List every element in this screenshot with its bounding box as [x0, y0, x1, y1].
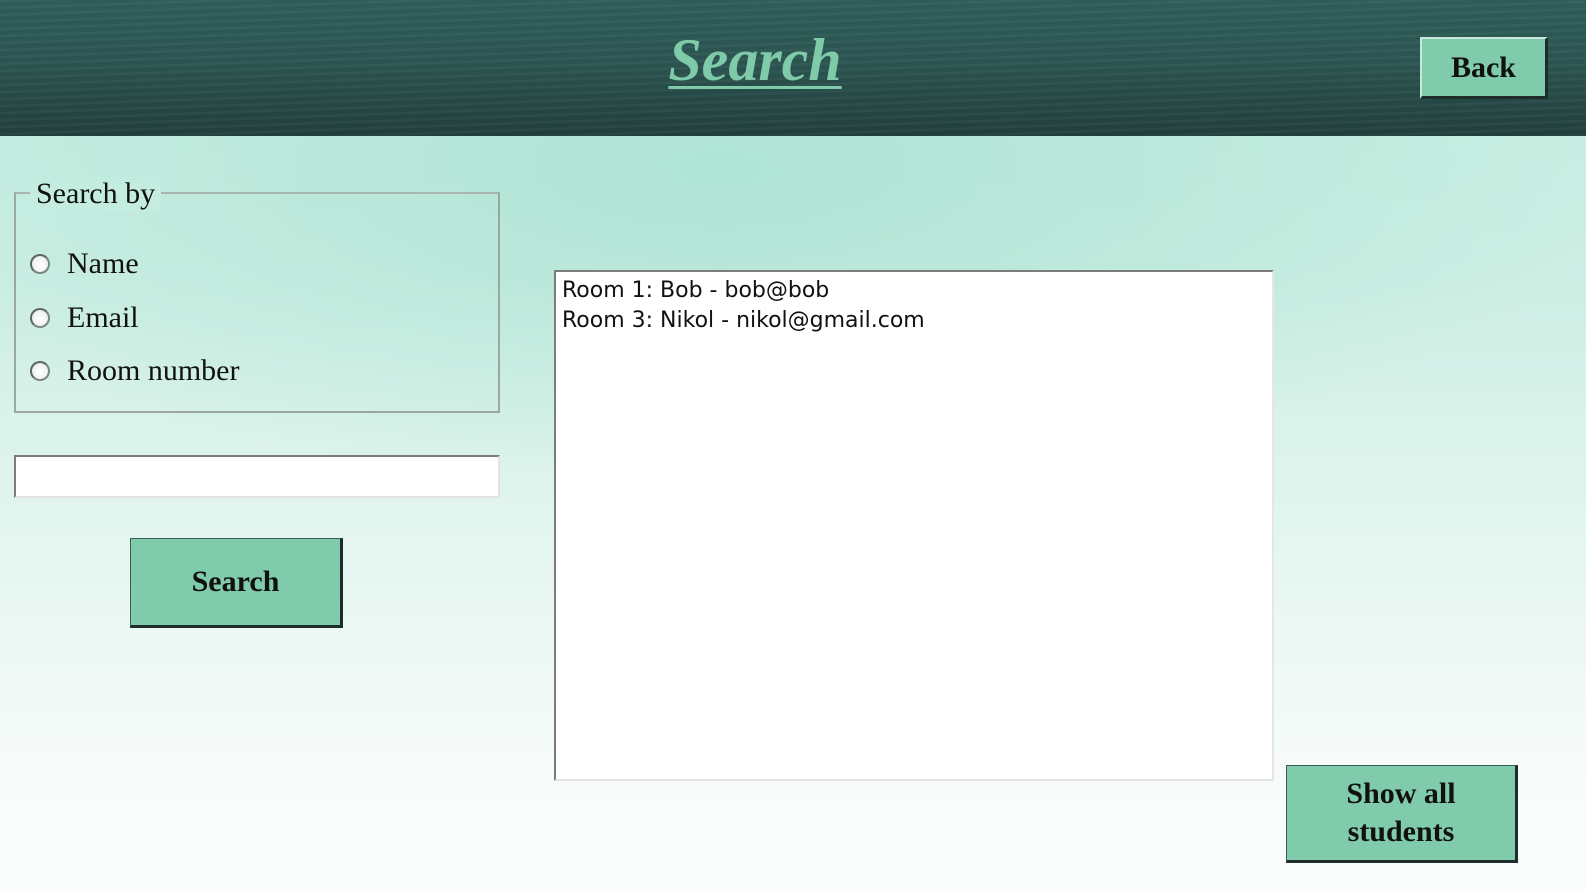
- search-input[interactable]: [14, 455, 500, 498]
- radio-label-name: Name: [67, 247, 139, 280]
- page-title: Search: [668, 27, 842, 93]
- show-all-students-label-line1: Show all: [1346, 777, 1456, 810]
- search-button[interactable]: Search: [130, 538, 343, 628]
- radio-label-room-number: Room number: [67, 354, 240, 387]
- show-all-students-label-line2: students: [1347, 815, 1455, 848]
- radio-option-email[interactable]: Email: [30, 300, 139, 336]
- header-bar: Search Back: [0, 0, 1586, 136]
- list-item[interactable]: Room 1: Bob - bob@bob: [562, 276, 1266, 306]
- radio-button-email[interactable]: [30, 308, 50, 328]
- search-by-legend: Search by: [30, 177, 162, 211]
- radio-button-name[interactable]: [30, 254, 50, 274]
- show-all-students-button[interactable]: Show all students: [1286, 765, 1518, 863]
- radio-button-room-number[interactable]: [30, 361, 50, 381]
- radio-label-email: Email: [67, 301, 139, 334]
- results-listbox[interactable]: Room 1: Bob - bob@bob Room 3: Nikol - ni…: [554, 270, 1274, 781]
- radio-option-room-number[interactable]: Room number: [30, 353, 240, 389]
- list-item[interactable]: Room 3: Nikol - nikol@gmail.com: [562, 306, 1266, 336]
- back-button[interactable]: Back: [1420, 37, 1548, 99]
- radio-option-name[interactable]: Name: [30, 246, 139, 282]
